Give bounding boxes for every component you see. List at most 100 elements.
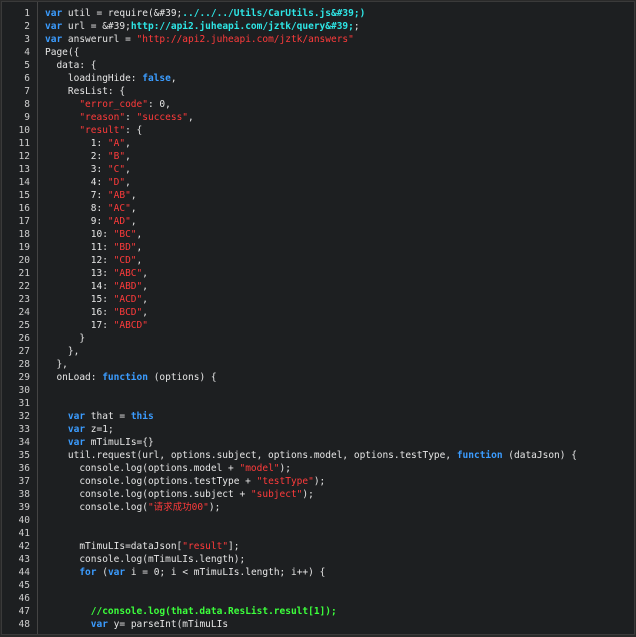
plain-token: ,: [125, 138, 131, 149]
code-line: 42 mTimuLIs=dataJson["result"];: [2, 540, 634, 553]
code-text: var answerurl = "http://api2.juheapi.com…: [45, 33, 630, 46]
plain-token: ;: [353, 21, 360, 32]
code-line: 30: [2, 384, 634, 397]
path-token: ../../../Utils/CarUtils.js&#39;): [182, 8, 366, 19]
line-number: 33: [18, 424, 30, 435]
code-text: //console.log(that.data.ResList.result[1…: [45, 605, 630, 618]
code-line: 44 for (var i = 0; i < mTimuLIs.length; …: [2, 566, 634, 579]
plain-token: 10:: [45, 229, 114, 240]
plain-token: );: [279, 463, 291, 474]
string-token: "AC": [107, 203, 131, 214]
plain-token: console.log(options.model +: [45, 463, 240, 474]
plain-token: ,: [188, 112, 194, 123]
line-number: 22: [18, 281, 30, 292]
plain-token: ,: [130, 190, 137, 201]
code-line: 9 "reason": "success",: [2, 111, 634, 124]
plain-token: console.log(mTimuLIs.length);: [45, 554, 246, 565]
plain-token: mTimuLIs=dataJson[: [45, 541, 183, 552]
plain-token: );: [302, 489, 314, 500]
plain-token: : {: [125, 125, 143, 136]
code-text: "error_code": 0,: [45, 98, 630, 111]
code-line: 13 3: "C",: [2, 163, 634, 176]
code-text: 16: "BCD",: [45, 306, 630, 319]
code-line: 11 1: "A",: [2, 137, 634, 150]
line-number: 21: [18, 268, 30, 279]
code-line: 14 4: "D",: [2, 176, 634, 189]
code-line: 24 16: "BCD",: [2, 306, 634, 319]
code-text: }: [45, 332, 630, 345]
code-editor[interactable]: 1 var util = require(&#39;../../../Utils/…: [1, 1, 635, 635]
code-text: var that = this: [45, 410, 630, 423]
line-number: 44: [18, 567, 30, 578]
line-number: 2: [24, 21, 30, 32]
code-line: 5 data: {: [2, 59, 634, 72]
code-line: 48 var y= parseInt(mTimuLIs: [2, 618, 634, 631]
plain-token: );: [208, 502, 221, 513]
plain-token: ,: [125, 177, 131, 188]
line-number: 17: [18, 216, 30, 227]
code-text: 7: "AB",: [45, 189, 630, 202]
plain-token: y= parseInt(mTimuLIs: [107, 619, 229, 630]
line-number: 14: [18, 177, 30, 188]
string-token: "testType": [256, 476, 314, 487]
keyword-token: for: [79, 567, 97, 578]
plain-token: 16:: [45, 307, 114, 318]
code-text: 13: "ABC",: [45, 267, 630, 280]
plain-token: ,: [125, 151, 131, 162]
plain-token: 14:: [45, 281, 114, 292]
code-lines: 1 var util = require(&#39;../../../Utils/…: [2, 7, 634, 631]
plain-token: 15:: [45, 294, 114, 305]
line-number: 4: [24, 47, 30, 58]
code-line: 1 var util = require(&#39;../../../Utils/…: [2, 7, 634, 20]
string-token: "ABC": [113, 268, 143, 279]
code-text: console.log(mTimuLIs.length);: [45, 553, 630, 566]
string-token: "CD": [113, 255, 137, 266]
code-line: 29 onLoad: function (options) {: [2, 371, 634, 384]
code-line: 17 9: "AD",: [2, 215, 634, 228]
string-token: "result": [182, 541, 229, 552]
plain-token: : 0,: [147, 99, 171, 110]
line-number: 37: [18, 476, 30, 487]
plain-token: 1:: [45, 138, 108, 149]
string-token: "D": [107, 177, 126, 188]
plain-token: :: [125, 112, 137, 123]
plain-token: }: [45, 333, 86, 344]
code-line: 3 var answerurl = "http://api2.juheapi.co…: [2, 33, 634, 46]
code-text: Page({: [45, 46, 630, 59]
plain-token: ];: [228, 541, 240, 552]
string-token: "C": [107, 164, 126, 175]
keyword-token: var: [67, 437, 86, 448]
line-number: 45: [18, 580, 30, 591]
code-text: 15: "ACD",: [45, 293, 630, 306]
code-text: mTimuLIs=dataJson["result"];: [45, 540, 630, 553]
plain-token: console.log(options.testType +: [45, 476, 257, 487]
string-token: "model": [239, 463, 280, 474]
code-line: 47 //console.log(that.data.ResList.resul…: [2, 605, 634, 618]
plain-token: answerurl =: [62, 34, 137, 45]
line-number: 38: [18, 489, 30, 500]
code-text: 8: "AC",: [45, 202, 630, 215]
plain-token: ,: [136, 242, 143, 253]
string-token: "AD": [107, 216, 131, 227]
plain-token: ,: [125, 164, 131, 175]
keyword-token: false: [142, 73, 171, 84]
string-token: "ABCD": [113, 320, 148, 331]
line-number: 9: [24, 112, 30, 123]
code-text: onLoad: function (options) {: [45, 371, 630, 384]
code-line: 26 }: [2, 332, 634, 345]
line-number: 3: [24, 34, 30, 45]
keyword-token: var: [90, 619, 108, 630]
plain-token: data: {: [45, 60, 97, 71]
code-text: },: [45, 345, 630, 358]
code-text: util.request(url, options.subject, optio…: [45, 449, 630, 462]
line-number: 13: [18, 164, 30, 175]
line-number: 15: [18, 190, 30, 201]
code-text: console.log(options.testType + "testType…: [45, 475, 630, 488]
code-line: 41: [2, 527, 634, 540]
keyword-token: var: [67, 424, 86, 435]
line-number: 25: [18, 320, 30, 331]
